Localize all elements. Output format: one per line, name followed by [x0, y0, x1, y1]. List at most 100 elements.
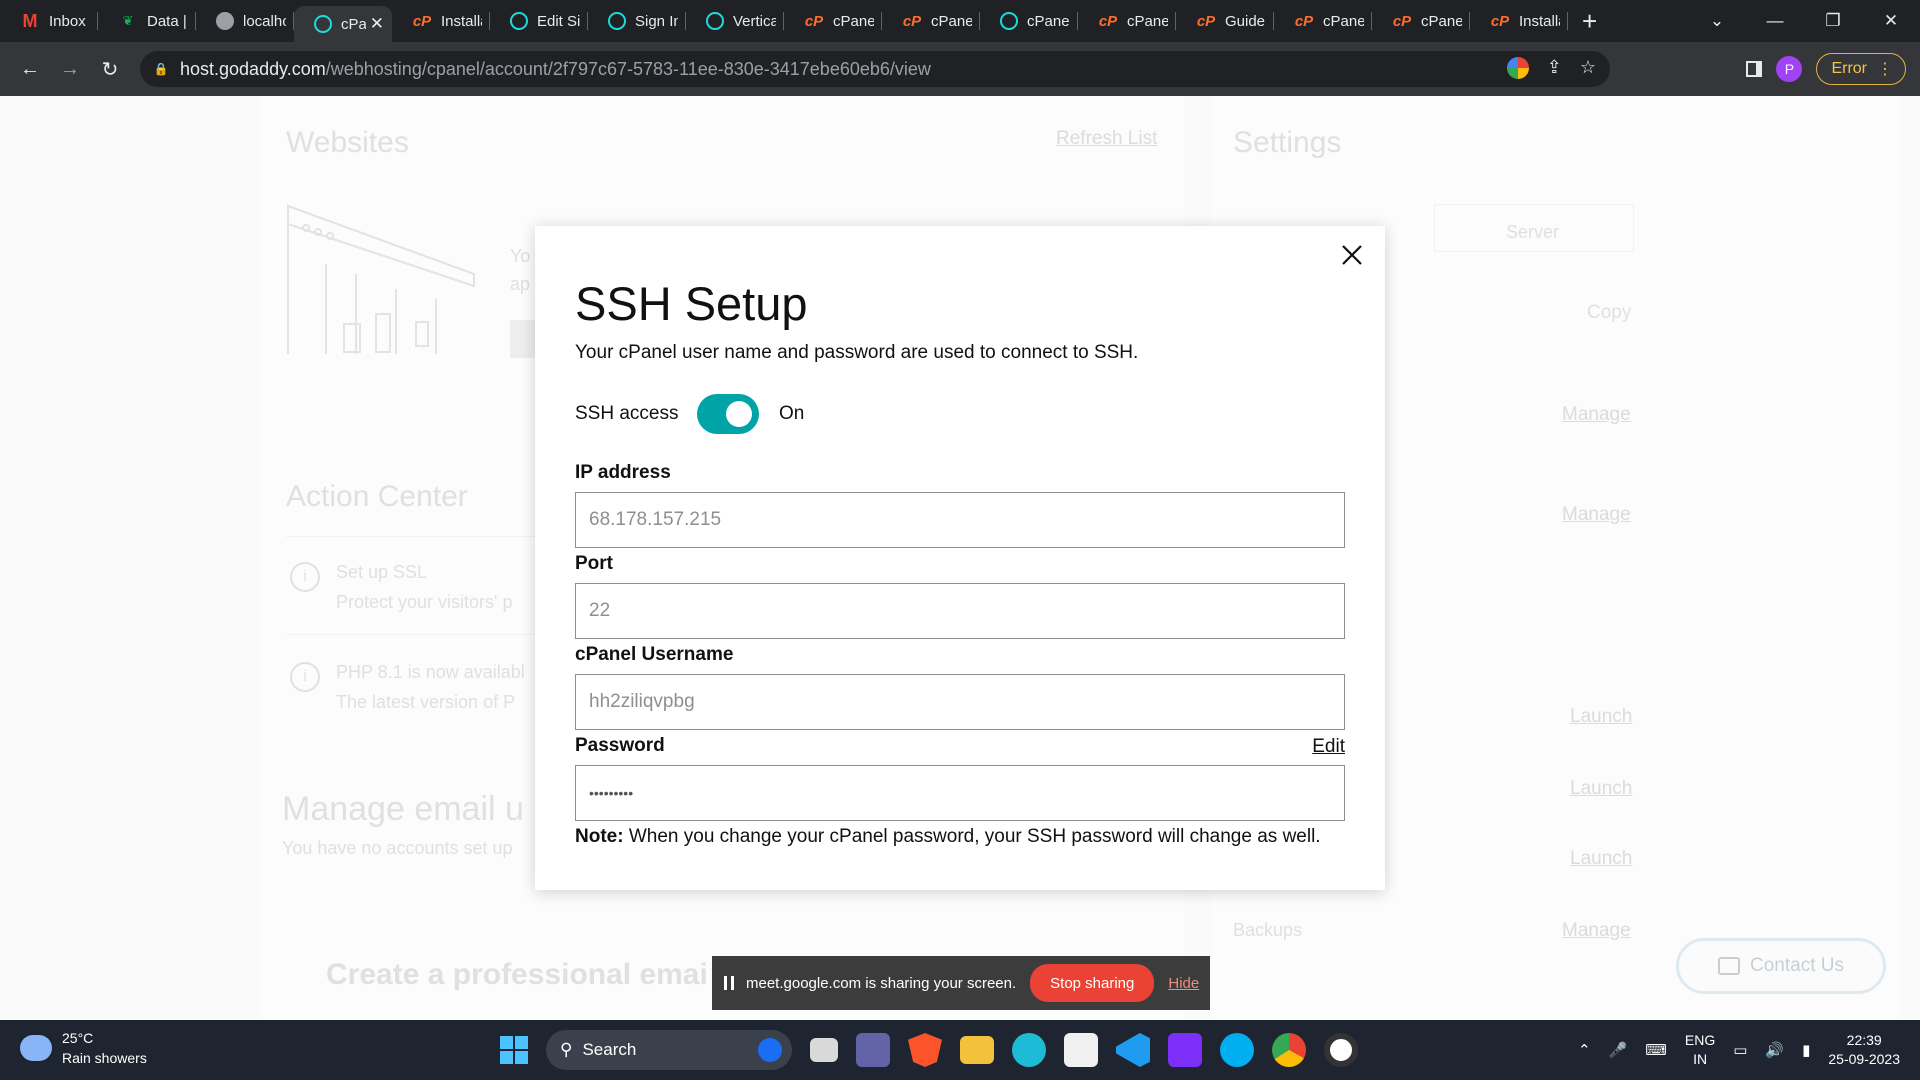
lock-icon[interactable]: 🔒 [148, 62, 174, 76]
browser-tab[interactable]: Edit Sit [490, 0, 588, 42]
cpanel-icon: cP [1294, 12, 1314, 30]
browser-tab[interactable]: cP cPanel [1274, 0, 1372, 42]
ssh-access-row: SSH access On [575, 394, 804, 434]
password-note: Note: When you change your cPanel passwo… [575, 826, 1321, 848]
username-field[interactable]: hh2ziliqvpbg [575, 674, 1345, 730]
browser-tab[interactable]: cP Guide t [1176, 0, 1274, 42]
ssh-setup-dialog: SSH Setup Your cPanel user name and pass… [535, 226, 1385, 890]
browser-tab-strip: MInbox (❦Data | (localhocPa✕cPInstallaEd… [0, 0, 1920, 42]
browser-tab[interactable]: cP cPanel | [882, 0, 980, 42]
bing-icon[interactable] [758, 1038, 782, 1062]
browser-tab[interactable]: cPanel [980, 0, 1078, 42]
obs-icon[interactable] [1324, 1033, 1358, 1067]
clock[interactable]: 22:39 25-09-2023 [1828, 1031, 1900, 1069]
system-tray: ⌃ 🎤 ⌨ ENG IN ▭ 🔊 ▮ 22:39 25-09-2023 [1578, 1020, 1920, 1080]
show-hidden-icons-chevron-icon[interactable]: ⌃ [1578, 1041, 1591, 1059]
moon-icon [216, 12, 234, 30]
password-field[interactable]: ••••••••• [575, 765, 1345, 821]
browser-tab[interactable]: Sign In [588, 0, 686, 42]
network-icon[interactable]: ▭ [1733, 1041, 1747, 1059]
pause-icon[interactable] [724, 976, 734, 990]
cpanel-icon: cP [804, 12, 824, 30]
gmail-icon: M [22, 10, 38, 31]
microsoft-store-icon[interactable] [1064, 1033, 1098, 1067]
google-lens-icon[interactable] [1506, 57, 1529, 79]
cpanel-icon: cP [1098, 12, 1118, 30]
dialog-description: Your cPanel user name and password are u… [575, 342, 1139, 363]
language-indicator[interactable]: ENG IN [1685, 1031, 1715, 1069]
username-value: hh2ziliqvpbg [589, 691, 695, 712]
screen-share-bar: meet.google.com is sharing your screen. … [712, 956, 1210, 1010]
profile-avatar[interactable]: P [1776, 56, 1803, 82]
browser-tab[interactable]: cP cPanel [784, 0, 882, 42]
reload-button[interactable]: ↻ [90, 57, 130, 82]
start-icon[interactable] [500, 1036, 528, 1064]
temperature: 25°C [62, 1030, 94, 1046]
clock-time: 22:39 [1846, 1032, 1882, 1048]
tab-title: cPanel [833, 12, 874, 30]
port-field[interactable]: 22 [575, 583, 1345, 639]
ssh-access-toggle[interactable] [697, 394, 759, 434]
ip-address-label: IP address [575, 462, 671, 483]
godaddy-icon [314, 15, 332, 33]
tab-title: Data | ( [147, 12, 188, 30]
browser-tab[interactable]: cP Installa [392, 0, 490, 42]
note-text: When you change your cPanel password, yo… [623, 826, 1321, 847]
stop-sharing-button[interactable]: Stop sharing [1030, 964, 1155, 1002]
ssh-access-state: On [779, 403, 805, 424]
microphone-icon[interactable]: 🎤 [1609, 1041, 1628, 1059]
restore-button[interactable]: ❐ [1804, 11, 1862, 31]
teams-icon[interactable] [856, 1033, 890, 1067]
task-view-icon[interactable] [810, 1038, 838, 1062]
region-code: IN [1693, 1051, 1708, 1067]
weather-widget[interactable]: 25°C Rain showers [20, 1028, 147, 1068]
edge-browser-icon[interactable] [1012, 1033, 1046, 1067]
taskbar-search[interactable]: ⚲ Search [546, 1030, 792, 1070]
browser-tab[interactable]: cPa ✕ [294, 6, 392, 42]
error-button[interactable]: Error ⋮ [1816, 53, 1906, 85]
tab-search-icon[interactable]: ⌄ [1688, 11, 1746, 31]
password-label: Password [575, 735, 665, 756]
forward-button[interactable]: → [50, 58, 90, 81]
file-explorer-icon[interactable] [960, 1036, 994, 1064]
vscode-icon[interactable] [1116, 1033, 1150, 1067]
contact-us-button[interactable]: Contact Us [1676, 938, 1886, 994]
share-icon[interactable]: ⇪ [1547, 57, 1562, 79]
clock-date: 25-09-2023 [1828, 1051, 1900, 1067]
tab-title: Sign In [635, 12, 678, 30]
password-value: ••••••••• [589, 785, 634, 801]
browser-tab[interactable]: cP cPanel [1372, 0, 1470, 42]
side-panel-icon[interactable] [1746, 61, 1763, 77]
minimize-button[interactable]: — [1746, 11, 1804, 31]
skype-icon[interactable] [1220, 1033, 1254, 1067]
godaddy-icon [1000, 12, 1018, 30]
cpanel-icon: cP [1490, 12, 1510, 30]
intellij-icon[interactable] [1168, 1033, 1202, 1067]
language-code: ENG [1684, 1032, 1716, 1048]
bookmark-star-icon[interactable]: ☆ [1580, 57, 1596, 79]
browser-tab[interactable]: Vertical [686, 0, 784, 42]
tab-title: Guide t [1225, 12, 1266, 30]
tab-title: cPanel [1323, 12, 1364, 30]
browser-tab[interactable]: cP Installa [1470, 0, 1568, 42]
back-button[interactable]: ← [10, 58, 50, 81]
volume-icon[interactable]: 🔊 [1765, 1041, 1784, 1059]
keyboard-icon[interactable]: ⌨ [1645, 1041, 1667, 1059]
address-bar[interactable]: 🔒 host.godaddy.com/webhosting/cpanel/acc… [140, 51, 1610, 87]
close-icon[interactable] [1337, 240, 1367, 270]
tab-title: localho [243, 12, 286, 30]
new-tab-button[interactable]: + [1582, 6, 1612, 37]
brave-browser-icon[interactable] [908, 1033, 942, 1067]
close-tab-icon[interactable]: ✕ [370, 14, 384, 34]
chrome-icon[interactable] [1272, 1033, 1306, 1067]
close-window-button[interactable]: ✕ [1862, 11, 1920, 31]
browser-tab[interactable]: M Inbox ( [0, 0, 98, 42]
browser-tab[interactable]: ❦ Data | ( [98, 0, 196, 42]
ip-address-field[interactable]: 68.178.157.215 [575, 492, 1345, 548]
browser-tab[interactable]: cP cPanel [1078, 0, 1176, 42]
search-icon: ⚲ [560, 1040, 573, 1059]
hide-link[interactable]: Hide [1168, 975, 1199, 992]
battery-icon[interactable]: ▮ [1802, 1041, 1810, 1059]
browser-tab[interactable]: localho [196, 0, 294, 42]
edit-password-link[interactable]: Edit [1312, 736, 1345, 758]
